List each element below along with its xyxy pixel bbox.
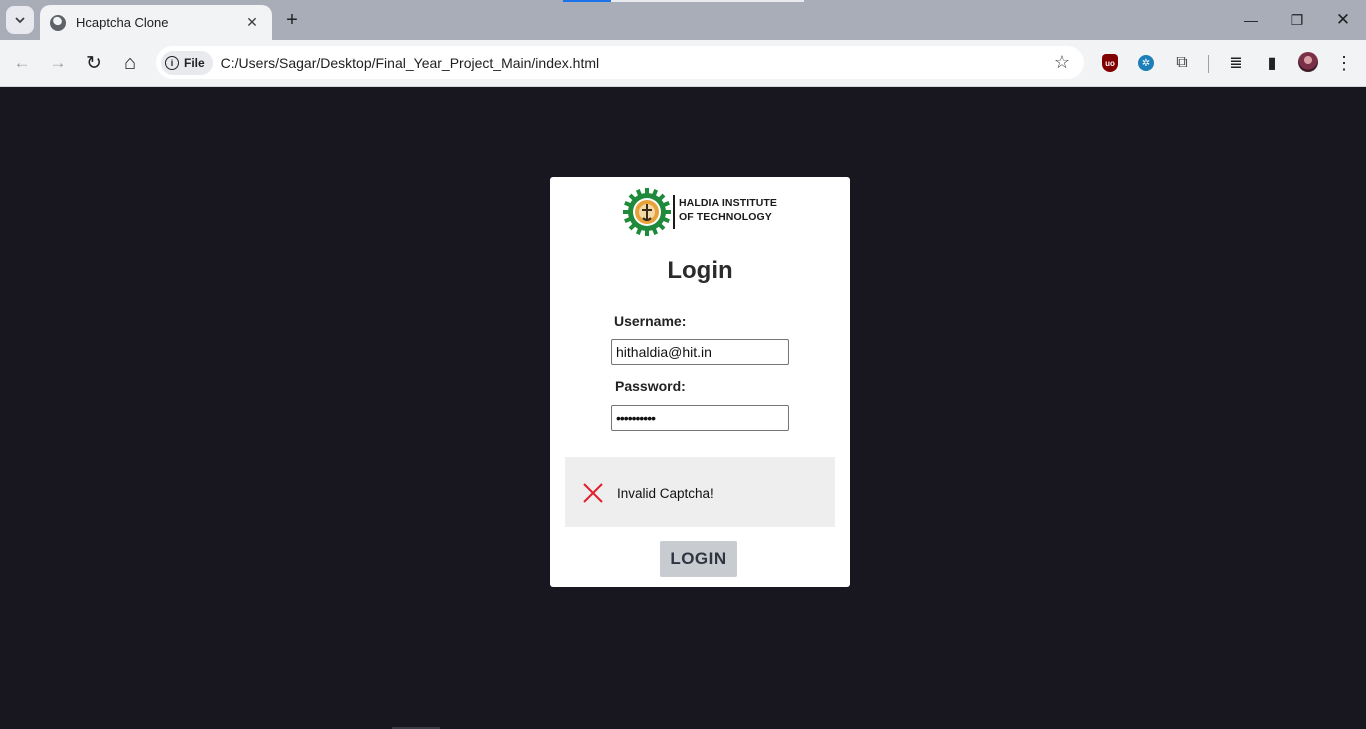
close-tab-icon[interactable]: ✕ — [242, 13, 262, 33]
address-bar[interactable]: i File C:/Users/Sagar/Desktop/Final_Year… — [156, 46, 1084, 79]
institute-logo: HALDIA INSTITUTE OF TECHNOLOGY — [623, 188, 778, 236]
username-input[interactable] — [611, 339, 789, 365]
puzzle-extensions-icon[interactable]: ⧉ — [1171, 52, 1193, 74]
login-button[interactable]: LOGIN — [660, 541, 737, 577]
restore-button[interactable]: ❐ — [1274, 0, 1320, 40]
info-icon: i — [165, 55, 179, 70]
ublock-badge: uo — [1102, 54, 1118, 72]
login-card: HALDIA INSTITUTE OF TECHNOLOGY Login Use… — [550, 177, 850, 587]
gear-emblem-icon — [623, 188, 671, 236]
logo-divider — [673, 195, 675, 229]
toolbar-separator — [1208, 55, 1209, 73]
logo-line-2: OF TECHNOLOGY — [679, 211, 772, 223]
browser-tab[interactable]: Hcaptcha Clone ✕ — [40, 5, 272, 40]
globe-icon — [50, 14, 66, 31]
url-text[interactable]: C:/Users/Sagar/Desktop/Final_Year_Projec… — [221, 55, 599, 71]
extension-blue-icon[interactable]: ✲ — [1135, 52, 1157, 74]
minimize-button[interactable]: — — [1228, 0, 1274, 40]
home-button[interactable]: ⌂ — [116, 49, 144, 77]
forward-button[interactable]: → — [44, 49, 72, 77]
new-tab-button[interactable]: + — [280, 8, 304, 32]
back-button[interactable]: ← — [8, 49, 36, 77]
browser-menu-icon[interactable]: ⋮ — [1333, 52, 1355, 74]
tab-strip: Hcaptcha Clone ✕ + — ❐ ✕ — [0, 0, 1366, 40]
ublock-origin-icon[interactable]: uo — [1099, 52, 1121, 74]
error-x-icon — [583, 483, 603, 503]
browser-toolbar: ← → ↻ ⌂ i File C:/Users/Sagar/Desktop/Fi… — [0, 40, 1366, 87]
close-window-button[interactable]: ✕ — [1320, 0, 1366, 40]
chevron-down-icon — [15, 17, 25, 24]
tab-search-button[interactable] — [6, 6, 34, 34]
logo-line-1: HALDIA INSTITUTE — [679, 197, 778, 209]
password-input[interactable] — [611, 405, 789, 431]
site-info-chip[interactable]: i File — [161, 50, 213, 75]
site-info-label: File — [184, 55, 205, 70]
captcha-status-text: Invalid Captcha! — [617, 486, 714, 501]
password-label: Password: — [615, 378, 686, 394]
page-title: Login — [667, 257, 733, 284]
bookmark-star-icon[interactable]: ☆ — [1054, 52, 1070, 73]
loading-track — [611, 0, 804, 2]
tab-title: Hcaptcha Clone — [76, 15, 169, 30]
logo-text: HALDIA INSTITUTE OF TECHNOLOGY — [679, 196, 777, 224]
reload-button[interactable]: ↻ — [80, 49, 108, 77]
extension-blue-glyph: ✲ — [1138, 55, 1154, 71]
media-control-icon[interactable]: ≣ — [1225, 52, 1247, 74]
side-panel-icon[interactable]: ▮ — [1261, 52, 1283, 74]
profile-avatar[interactable] — [1298, 52, 1318, 72]
loading-indicator — [563, 0, 611, 2]
username-label: Username: — [614, 313, 687, 329]
captcha-widget[interactable]: Invalid Captcha! — [565, 457, 835, 527]
